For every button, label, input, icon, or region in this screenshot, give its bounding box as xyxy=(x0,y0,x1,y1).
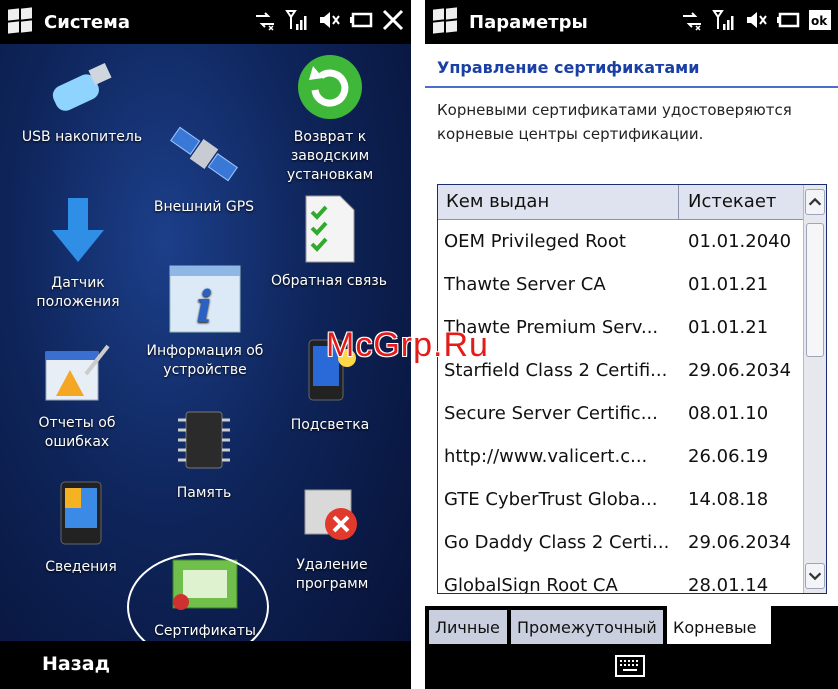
app-usb-drive[interactable]: USB накопитель xyxy=(12,60,152,147)
connectivity-icon[interactable] xyxy=(253,8,277,32)
app-memory[interactable]: Память xyxy=(144,408,264,503)
chevron-up-icon xyxy=(808,197,822,206)
scroll-down-button[interactable] xyxy=(805,563,825,589)
status-icons: ok xyxy=(680,8,832,32)
certificate-row[interactable]: Thawte Premium Serv... 01.01.21 xyxy=(438,307,804,350)
tab-intermediate[interactable]: Промежуточный xyxy=(511,610,663,644)
phone-info-icon xyxy=(60,481,102,545)
windows-start-icon[interactable] xyxy=(8,7,34,35)
ok-button[interactable]: ok xyxy=(808,8,832,32)
scroll-up-button[interactable] xyxy=(805,189,825,215)
row-issuer: Go Daddy Class 2 Certi... xyxy=(444,532,670,553)
list-scrollbar[interactable] xyxy=(803,185,826,593)
certificate-row[interactable]: Starfield Class 2 Certifi... 29.06.2034 xyxy=(438,350,804,393)
row-expires: 28.01.14 xyxy=(688,575,769,594)
column-divider xyxy=(678,185,679,219)
app-error-reports[interactable]: Отчеты об ошибках xyxy=(22,340,132,452)
bottom-softkey-bar: Назад xyxy=(0,641,411,689)
warning-report-icon xyxy=(45,344,110,401)
certificate-row[interactable]: GTE CyberTrust Globa... 14.08.18 xyxy=(438,479,804,522)
title-bar: Параметры ok xyxy=(425,0,838,44)
column-header-expires[interactable]: Истекает xyxy=(688,191,776,212)
windows-start-icon[interactable] xyxy=(433,7,459,35)
scroll-thumb[interactable] xyxy=(806,223,824,357)
row-issuer: GlobalSign Root CA xyxy=(444,575,618,594)
row-issuer: Secure Server Certific... xyxy=(444,403,658,424)
connectivity-icon[interactable] xyxy=(680,8,704,32)
tab-root[interactable]: Корневые xyxy=(667,606,771,644)
list-header: Кем выдан Истекает xyxy=(438,185,804,220)
row-expires: 29.06.2034 xyxy=(688,532,792,553)
row-expires: 29.06.2034 xyxy=(688,360,792,381)
certificate-row[interactable]: Go Daddy Class 2 Certi... 29.06.2034 xyxy=(438,522,804,565)
app-feedback[interactable]: Обратная связь xyxy=(266,194,392,291)
row-issuer: OEM Privileged Root xyxy=(444,231,626,252)
row-issuer: Thawte Server CA xyxy=(444,274,606,295)
row-expires: 01.01.21 xyxy=(688,317,769,338)
row-expires: 26.06.19 xyxy=(688,446,769,467)
signal-icon[interactable] xyxy=(285,8,309,32)
battery-icon[interactable] xyxy=(776,8,800,32)
keyboard-icon[interactable] xyxy=(615,654,645,678)
checklist-icon xyxy=(305,195,355,263)
certificate-row[interactable]: Thawte Server CA 01.01.21 xyxy=(438,264,804,307)
volume-muted-icon[interactable] xyxy=(317,8,341,32)
app-about[interactable]: Сведения xyxy=(26,480,136,577)
certificate-list[interactable]: Кем выдан Истекает OEM Privileged Root 0… xyxy=(437,184,827,594)
back-softkey[interactable]: Назад xyxy=(42,653,110,675)
remove-program-icon xyxy=(304,489,357,540)
certificate-row[interactable]: GlobalSign Root CA 28.01.14 xyxy=(438,565,804,594)
app-position-sensor[interactable]: Датчик положения xyxy=(18,196,138,312)
row-expires: 14.08.18 xyxy=(688,489,769,510)
tab-strip: Личные Промежуточный Корневые xyxy=(425,606,838,644)
usb-drive-icon xyxy=(52,62,112,111)
row-expires: 01.01.21 xyxy=(688,274,769,295)
chevron-down-icon xyxy=(808,572,822,581)
row-issuer: http://www.valicert.c... xyxy=(444,446,648,467)
bottom-softkey-bar xyxy=(425,644,838,689)
app-factory-reset[interactable]: Возврат к заводским установкам xyxy=(270,52,390,185)
row-expires: 08.01.10 xyxy=(688,403,769,424)
watermark-text: McGrp.Ru xyxy=(326,326,489,364)
section-title: Управление сертификатами xyxy=(425,44,838,88)
svg-text:ok: ok xyxy=(811,14,828,28)
status-icons xyxy=(253,8,405,32)
down-arrow-icon xyxy=(52,198,104,262)
row-issuer: GTE CyberTrust Globa... xyxy=(444,489,658,510)
screen-title: Параметры xyxy=(469,11,588,33)
app-device-info[interactable]: i Информация об устройстве xyxy=(140,264,270,380)
satellite-icon xyxy=(170,126,238,182)
root-cert-description: Корневыми сертификатами удостоверяются к… xyxy=(437,101,792,143)
signal-icon[interactable] xyxy=(712,8,736,32)
memory-chip-icon xyxy=(178,411,230,469)
app-external-gps[interactable]: Внешний GPS xyxy=(142,118,266,217)
info-icon: i xyxy=(169,265,241,333)
row-expires: 01.01.2040 xyxy=(688,231,792,252)
battery-icon[interactable] xyxy=(349,8,373,32)
certificate-row[interactable]: http://www.valicert.c... 26.06.19 xyxy=(438,436,804,479)
app-remove-programs[interactable]: Удаление программ xyxy=(270,484,394,594)
certificate-row[interactable]: OEM Privileged Root 01.01.2040 xyxy=(438,221,804,264)
certificate-row[interactable]: Secure Server Certific... 08.01.10 xyxy=(438,393,804,436)
volume-muted-icon[interactable] xyxy=(744,8,768,32)
close-icon[interactable] xyxy=(381,8,405,32)
reset-arrow-icon xyxy=(298,55,362,119)
column-header-issuer[interactable]: Кем выдан xyxy=(446,191,549,212)
screen-title: Система xyxy=(44,11,130,33)
tab-personal[interactable]: Личные xyxy=(429,610,507,644)
svg-text:i: i xyxy=(196,282,213,333)
title-bar: Система xyxy=(0,0,411,44)
